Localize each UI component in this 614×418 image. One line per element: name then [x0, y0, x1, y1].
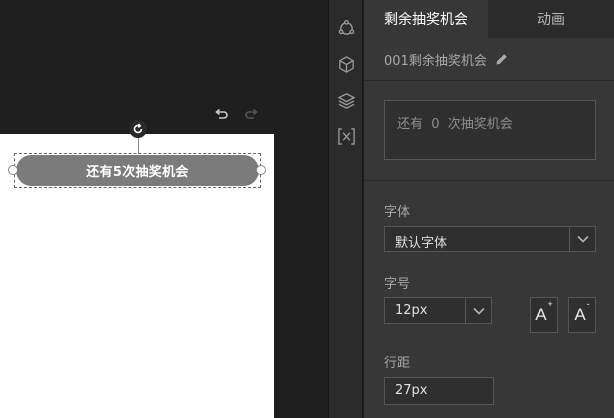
- editor-canvas: 还有5次抽奖机会: [0, 0, 328, 418]
- rotate-icon: [133, 123, 143, 134]
- divider: [364, 80, 614, 81]
- shape-nodes-button[interactable]: [336, 18, 356, 38]
- tool-sidebar: [328, 0, 363, 418]
- font-increase-icon: A+: [535, 299, 553, 324]
- cube-button[interactable]: [336, 54, 356, 74]
- undo-icon: [215, 108, 228, 119]
- font-size-toggle[interactable]: [465, 298, 491, 323]
- variable-icon: [337, 127, 355, 145]
- chevron-down-icon: [472, 307, 485, 315]
- undo-button[interactable]: [212, 106, 230, 124]
- shape-nodes-icon: [338, 19, 354, 35]
- font-label: 字体: [384, 205, 411, 220]
- font-select-value: 默认字体: [395, 236, 448, 251]
- component-name[interactable]: 001剩余抽奖机会: [384, 50, 487, 69]
- chevron-down-icon: [576, 235, 589, 243]
- font-size-value: 12px: [395, 303, 428, 318]
- component-name-row: 001剩余抽奖机会: [384, 49, 508, 69]
- font-size-increase-button[interactable]: A+: [530, 297, 558, 333]
- lottery-chances-element[interactable]: 还有5次抽奖机会: [16, 155, 259, 186]
- resize-handle-right[interactable]: [256, 165, 266, 175]
- divider: [364, 180, 614, 181]
- properties-panel: 剩余抽奖机会 动画 001剩余抽奖机会 还有 0 次抽奖机会 字体 默认字体 字…: [364, 0, 614, 418]
- font-select[interactable]: 默认字体: [384, 226, 596, 252]
- redo-button[interactable]: [243, 106, 261, 124]
- panel-tab-bar: 剩余抽奖机会 动画: [364, 0, 614, 38]
- tab-component[interactable]: 剩余抽奖机会: [364, 0, 488, 38]
- line-height-label: 行距: [384, 356, 411, 371]
- font-size-select[interactable]: 12px: [384, 297, 492, 324]
- cube-icon: [338, 55, 354, 73]
- line-height-input[interactable]: 27px: [384, 377, 494, 405]
- layers-button[interactable]: [336, 90, 356, 110]
- font-size-label: 字号: [384, 277, 411, 292]
- resize-handle-left[interactable]: [8, 165, 18, 175]
- font-decrease-icon: A-: [574, 299, 590, 324]
- font-size-decrease-button[interactable]: A-: [568, 297, 596, 333]
- layers-icon: [336, 92, 356, 109]
- variable-button[interactable]: [336, 126, 356, 146]
- edit-name-button[interactable]: [495, 53, 508, 66]
- text-content-field[interactable]: 还有 0 次抽奖机会: [384, 100, 596, 160]
- rotate-connector: [138, 136, 139, 154]
- pencil-icon: [496, 53, 507, 64]
- tab-animation[interactable]: 动画: [488, 0, 614, 38]
- font-select-toggle[interactable]: [569, 227, 595, 251]
- redo-icon: [245, 108, 258, 119]
- rotate-handle[interactable]: [129, 120, 147, 138]
